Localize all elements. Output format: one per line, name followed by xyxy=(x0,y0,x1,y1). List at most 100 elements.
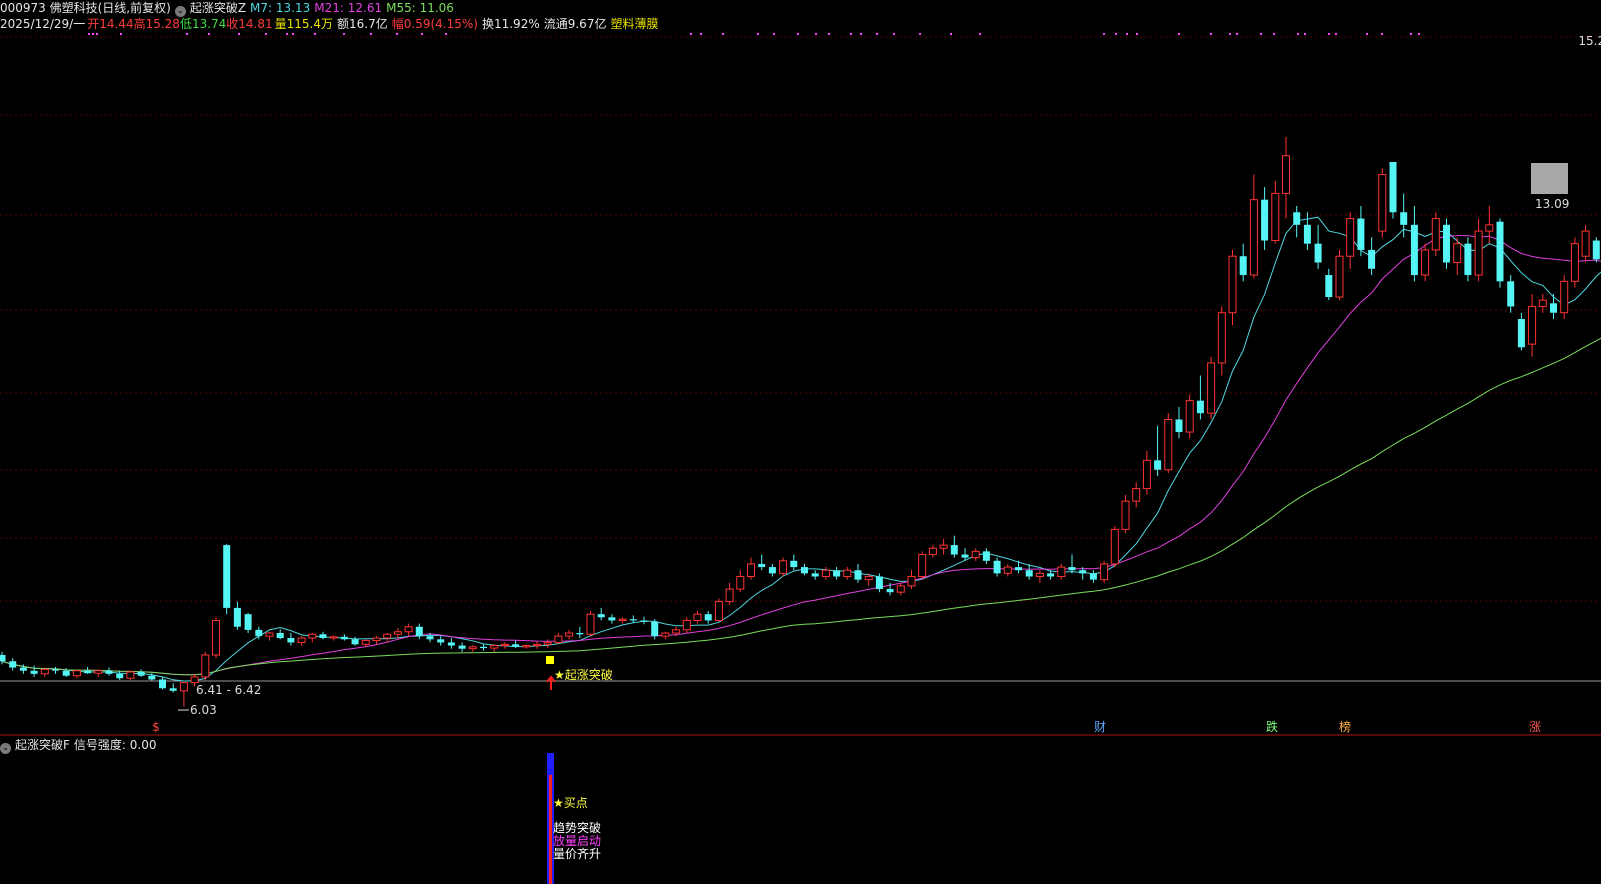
signal-dot-34 xyxy=(1136,33,1138,35)
candle-118 xyxy=(1261,187,1269,250)
candle-54 xyxy=(576,626,584,639)
candle-80 xyxy=(854,563,862,583)
candle-50 xyxy=(533,641,541,649)
signal-dot-24 xyxy=(850,33,852,35)
signal-dot-16 xyxy=(690,33,692,35)
candle-74 xyxy=(790,554,798,571)
sub-panel-header: ⌄ 起涨突破F 信号强度: 0.00 xyxy=(0,737,160,754)
signal-dot-1 xyxy=(92,33,94,35)
candle-52 xyxy=(554,633,563,645)
candle-112 xyxy=(1196,375,1204,420)
candle-68 xyxy=(725,582,734,605)
signal-dot-38 xyxy=(1236,33,1238,35)
sub-collapse-icon[interactable]: ⌄ xyxy=(0,743,11,754)
event-marker-1: 财 xyxy=(1094,720,1106,734)
signal-strength: 信号强度: 0.00 xyxy=(73,738,157,752)
candle-108 xyxy=(1154,425,1162,477)
candle-110 xyxy=(1175,406,1183,439)
signal-dot-9 xyxy=(292,33,294,35)
signal-dot-6 xyxy=(238,33,240,35)
low-price: 低13.74 xyxy=(179,17,227,31)
candle-109 xyxy=(1164,413,1173,473)
candle-4 xyxy=(40,667,49,677)
volume: 量115.4万 xyxy=(274,17,334,31)
candle-55 xyxy=(586,611,595,637)
signal-dot-10 xyxy=(314,33,316,35)
signal-dot-30 xyxy=(979,33,981,35)
signal-dot-14 xyxy=(421,33,423,35)
candle-57 xyxy=(608,614,616,624)
candle-87 xyxy=(928,545,937,558)
ma55-value: M55: 11.06 xyxy=(386,1,454,15)
signal-dot-42 xyxy=(1304,33,1306,35)
open-price: 开14.44 xyxy=(87,17,134,31)
candle-32 xyxy=(340,634,348,641)
candle-21 xyxy=(223,543,231,615)
signal-dot-44 xyxy=(1335,33,1337,35)
candle-143 xyxy=(1528,293,1537,357)
candle-56 xyxy=(597,607,605,621)
sub-indicator-name[interactable]: 起涨突破F xyxy=(15,738,70,752)
candle-66 xyxy=(704,611,712,624)
candle-106 xyxy=(1132,482,1141,508)
candle-64 xyxy=(682,617,691,634)
candle-42 xyxy=(447,638,455,649)
signal-dot-0 xyxy=(88,33,90,35)
signal-dot-20 xyxy=(773,33,775,35)
sector-tag[interactable]: 塑料薄膜 xyxy=(610,17,658,31)
candle-149 xyxy=(1592,237,1600,263)
signal-dot-2 xyxy=(96,33,98,35)
candle-65 xyxy=(693,611,702,624)
candle-86 xyxy=(918,551,927,580)
stock-title[interactable]: 000973 佛塑科技(日线,前复权) xyxy=(0,1,171,15)
signal-dot-8 xyxy=(286,33,288,35)
signal-dot-37 xyxy=(1229,33,1231,35)
signal-dot-48 xyxy=(1418,33,1420,35)
candle-10 xyxy=(105,667,113,676)
kline-window: 15.28 13.09 6.41 - 6.42 6.03 ★起涨突破 $ 财 跌 榜 涨 ★买点趋势… xyxy=(0,0,1601,884)
current-price-label: 13.09 xyxy=(1535,197,1569,211)
candle-47 xyxy=(500,642,509,649)
high-price: 高15.28 xyxy=(133,17,180,31)
candle-122 xyxy=(1303,212,1311,250)
candle-105 xyxy=(1121,494,1130,533)
candle-131 xyxy=(1400,193,1408,238)
candle-45 xyxy=(480,644,487,651)
ma21-value: M21: 12.61 xyxy=(314,1,383,15)
candlestick-chart[interactable]: 15.28 13.09 6.41 - 6.42 6.03 ★起涨突破 $ 财 跌 榜 涨 ★买点趋势… xyxy=(0,0,1601,884)
indicator-name[interactable]: 起涨突破Z xyxy=(190,1,246,15)
candle-12 xyxy=(126,670,135,681)
candle-78 xyxy=(833,567,841,580)
candle-107 xyxy=(1142,450,1151,495)
candle-17 xyxy=(179,682,188,707)
float-cap: 流通9.67亿 xyxy=(543,17,607,31)
candle-13 xyxy=(137,669,145,677)
candle-146 xyxy=(1560,275,1569,320)
candle-62 xyxy=(661,631,670,640)
candle-44 xyxy=(468,645,477,652)
candle-135 xyxy=(1443,218,1450,269)
candle-130 xyxy=(1389,162,1397,219)
price-cursor-box[interactable] xyxy=(1531,163,1568,194)
event-marker-4: 涨 xyxy=(1529,719,1541,734)
event-marker-0: $ xyxy=(152,720,160,734)
candle-148 xyxy=(1581,224,1590,263)
candle-7 xyxy=(72,669,81,679)
candle-85 xyxy=(907,570,916,590)
change: 幅0.59(4.15%) xyxy=(391,17,478,31)
candle-1 xyxy=(9,658,17,671)
candle-133 xyxy=(1421,243,1430,282)
signal-dot-26 xyxy=(876,33,878,35)
signal-dot-22 xyxy=(815,33,817,35)
signal-dot-31 xyxy=(1103,33,1105,35)
signal-label-0: 趋势突破 xyxy=(553,820,601,835)
candle-46 xyxy=(490,644,499,652)
candle-91 xyxy=(971,548,980,561)
candle-119 xyxy=(1271,180,1280,244)
candle-124 xyxy=(1325,268,1333,301)
candle-92 xyxy=(982,548,990,564)
candle-43 xyxy=(458,642,466,652)
candle-140 xyxy=(1496,218,1504,288)
candle-23 xyxy=(244,612,252,634)
signal-dot-5 xyxy=(208,33,210,35)
